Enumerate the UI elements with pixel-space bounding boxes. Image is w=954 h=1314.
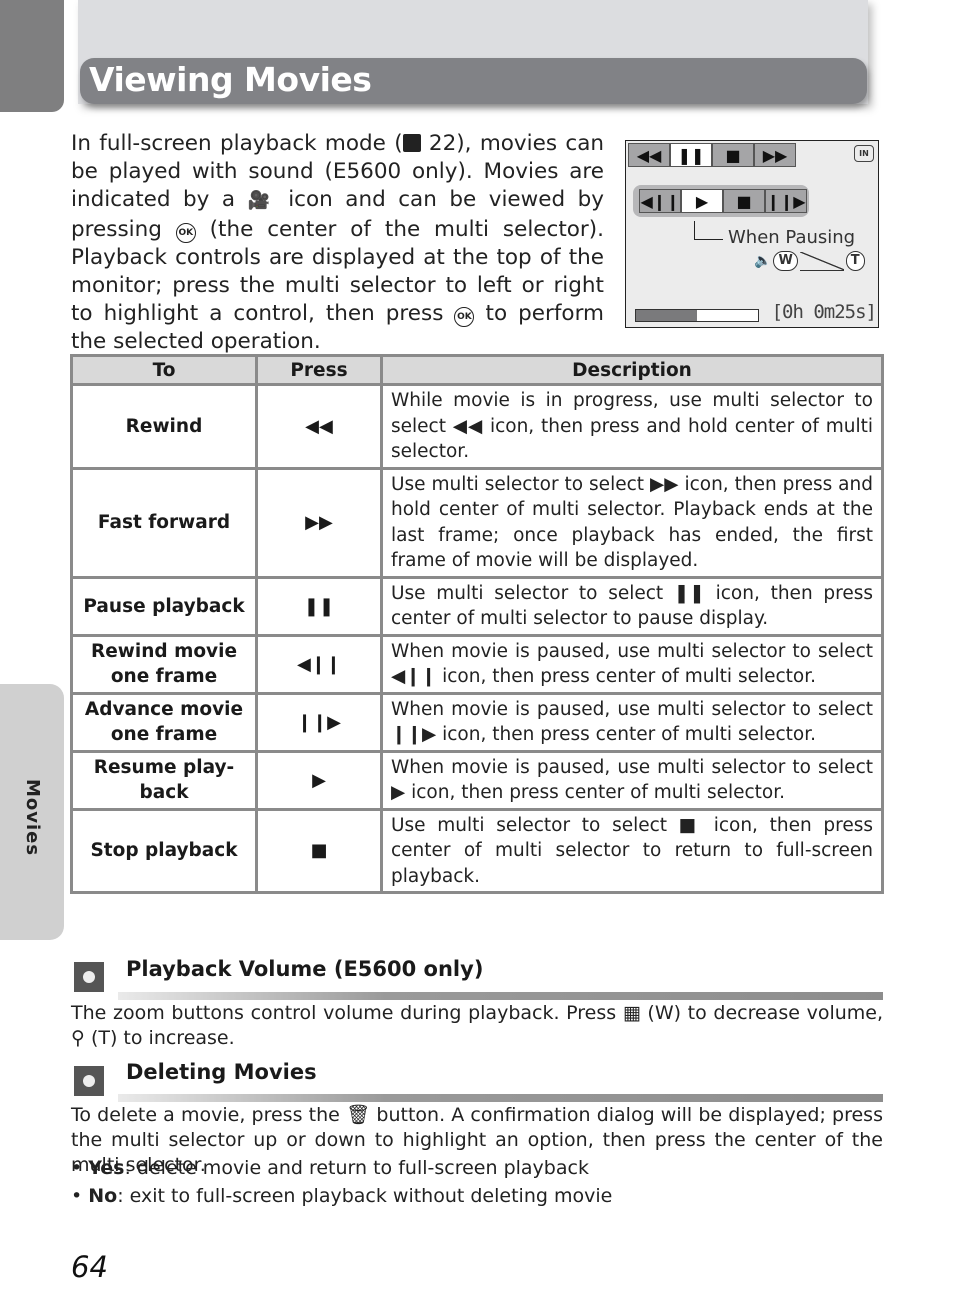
pause-icon: ❚❚: [670, 143, 712, 167]
frame-back-icon: ◀❙❙: [639, 189, 681, 213]
title-bar: Viewing Movies: [80, 58, 867, 104]
stop-icon: ■: [712, 143, 754, 167]
chapter-tab-top: [0, 0, 64, 112]
cell-press: ▶: [255, 749, 383, 811]
top-controls: ◀◀ ❚❚ ■ ▶▶: [628, 143, 796, 167]
table-row: Advance movie one frame ❙❙▶ When movie is …: [70, 691, 884, 753]
cell-desc: When movie is paused, use multi selector…: [380, 633, 884, 695]
cell-to: Rewind: [70, 383, 258, 470]
cell-press: ■: [255, 807, 383, 894]
table-row: Pause playback ❚❚ Use multi selector to se…: [70, 575, 884, 637]
table-row: Stop playback ■ Use multi selector to sele…: [70, 807, 884, 894]
progress-fill: [636, 310, 697, 321]
bullet-desc: : exit to full-screen playback without d…: [117, 1185, 613, 1207]
table-header-row: To Press Description: [70, 354, 884, 386]
stop-icon: ■: [723, 189, 765, 213]
volume-indicator: 🔈 W T: [754, 251, 865, 271]
section-rule: [118, 1094, 883, 1102]
cell-desc: When movie is paused, use multi selector…: [380, 749, 884, 811]
volume-section-text: The zoom buttons control volume during p…: [71, 1002, 883, 1049]
section-rule: [118, 992, 883, 1000]
volume-wedge: [799, 251, 844, 271]
page-title: Viewing Movies: [89, 60, 372, 99]
header-description: Description: [380, 354, 884, 386]
cell-desc: Use multi selector to select ▶▶ icon, th…: [380, 466, 884, 579]
cell-to: Fast forward: [70, 466, 258, 579]
bullet-term: Yes: [88, 1157, 125, 1179]
playback-mode-icon: [402, 134, 421, 152]
ok-button-icon: OK: [454, 307, 475, 328]
side-tab-label: Movies: [22, 779, 43, 857]
cell-to: Stop playback: [70, 807, 258, 894]
pause-controls: ◀❙❙ ▶ ■ ❙❙▶: [639, 189, 807, 213]
page-number: 64: [71, 1250, 108, 1284]
cell-press: ▶▶: [255, 466, 383, 579]
bullet-term: No: [88, 1185, 118, 1207]
cell-press: ❚❚: [255, 575, 383, 637]
header-to: To: [70, 354, 258, 386]
table-row: Rewind ◀◀ While movie is in progress, use …: [70, 383, 884, 470]
tip-lightbulb-icon: [74, 1066, 104, 1096]
deleting-section-title: Deleting Movies: [126, 1060, 317, 1084]
frame-advance-icon: ❙❙▶: [765, 189, 807, 213]
bullet-yes: • Yes: delete movie and return to full-s…: [71, 1157, 589, 1179]
rewind-icon: ◀◀: [628, 143, 670, 167]
cell-to: Rewind movie one frame: [70, 633, 258, 695]
when-pausing-label: When Pausing: [728, 227, 856, 248]
table-row: Rewind movie one frame ◀❙❙ When movie is p…: [70, 633, 884, 695]
speaker-icon: 🔈: [754, 253, 772, 269]
cell-desc: When movie is paused, use multi selector…: [380, 691, 884, 753]
cell-press: ❙❙▶: [255, 691, 383, 753]
tip-lightbulb-icon: [74, 962, 104, 992]
table-row: Resume play-back ▶ When movie is paused, u…: [70, 749, 884, 811]
bullet-no: • No: exit to full-screen playback witho…: [71, 1185, 613, 1207]
cell-desc: Use multi selector to select ❚❚ icon, th…: [380, 575, 884, 637]
header-press: Press: [255, 354, 383, 386]
volume-section-title: Playback Volume (E5600 only): [126, 957, 484, 981]
timecode: [0h 0m25s]: [771, 301, 877, 323]
cell-desc: Use multi selector to select ■ icon, the…: [380, 807, 884, 894]
internal-memory-icon: IN: [854, 145, 874, 162]
fast-forward-icon: ▶▶: [754, 143, 796, 167]
cell-to: Advance movie one frame: [70, 691, 258, 753]
callout-line: [694, 221, 723, 240]
volume-wide-label: W: [773, 251, 798, 271]
cell-desc: While movie is in progress, use multi se…: [380, 383, 884, 470]
ok-button-icon: OK: [175, 222, 196, 243]
controls-table: To Press Description Rewind ◀◀ While movie…: [70, 354, 884, 894]
side-tab: Movies: [0, 684, 64, 940]
bullet-desc: : delete movie and return to full-screen…: [124, 1157, 589, 1179]
volume-tele-label: T: [845, 251, 865, 271]
play-icon: ▶: [681, 189, 723, 213]
cell-press: ◀◀: [255, 383, 383, 470]
cell-to: Resume play-back: [70, 749, 258, 811]
intro-text: In full-screen playback mode (: [71, 131, 403, 156]
monitor-illustration: ◀◀ ❚❚ ■ ▶▶ IN ◀❙❙ ▶ ■ ❙❙▶ When Pausing 🔈 W T […: [625, 140, 879, 328]
cell-press: ◀❙❙: [255, 633, 383, 695]
playback-progress-bar: [635, 309, 759, 322]
intro-paragraph: In full-screen playback mode ( 22), movi…: [71, 130, 604, 357]
movie-camera-icon: 🎥: [247, 190, 276, 212]
cell-to: Pause playback: [70, 575, 258, 637]
table-row: Fast forward ▶▶ Use multi selector to sele…: [70, 466, 884, 579]
pause-controls-panel: ◀❙❙ ▶ ■ ❙❙▶: [633, 185, 809, 217]
